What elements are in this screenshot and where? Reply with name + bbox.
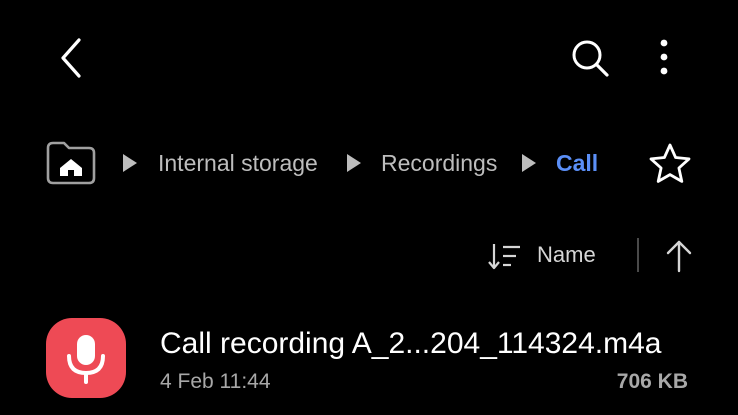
file-name: Call recording A_2...204_114324.m4a xyxy=(160,327,662,360)
sort-direction-button[interactable] xyxy=(662,238,696,274)
more-vertical-icon xyxy=(660,39,668,75)
microphone-icon xyxy=(67,335,105,384)
file-date: 4 Feb 11:44 xyxy=(160,370,271,393)
breadcrumb-separator-icon xyxy=(123,154,137,172)
home-button[interactable] xyxy=(44,140,98,186)
file-size: 706 KB xyxy=(616,370,688,393)
arrow-up-icon xyxy=(666,240,692,273)
breadcrumb-item-recordings[interactable]: Recordings xyxy=(381,148,497,178)
favorite-button[interactable] xyxy=(646,142,694,186)
breadcrumb-separator-icon xyxy=(522,154,536,172)
file-type-badge xyxy=(46,318,126,398)
search-icon xyxy=(572,40,609,77)
breadcrumb-item-call[interactable]: Call xyxy=(556,148,598,178)
more-options-button[interactable] xyxy=(644,34,684,82)
back-button[interactable] xyxy=(52,34,92,82)
star-outline-icon xyxy=(649,143,691,183)
sort-field-label[interactable]: Name xyxy=(537,240,596,270)
sort-divider xyxy=(637,238,639,272)
breadcrumb-separator-icon xyxy=(347,154,361,172)
breadcrumb-item-internal-storage[interactable]: Internal storage xyxy=(158,148,318,178)
sort-lines-icon xyxy=(488,244,520,270)
sort-button[interactable] xyxy=(486,240,522,272)
home-folder-icon xyxy=(46,141,96,185)
chevron-left-icon xyxy=(61,38,81,78)
search-button[interactable] xyxy=(566,34,614,82)
